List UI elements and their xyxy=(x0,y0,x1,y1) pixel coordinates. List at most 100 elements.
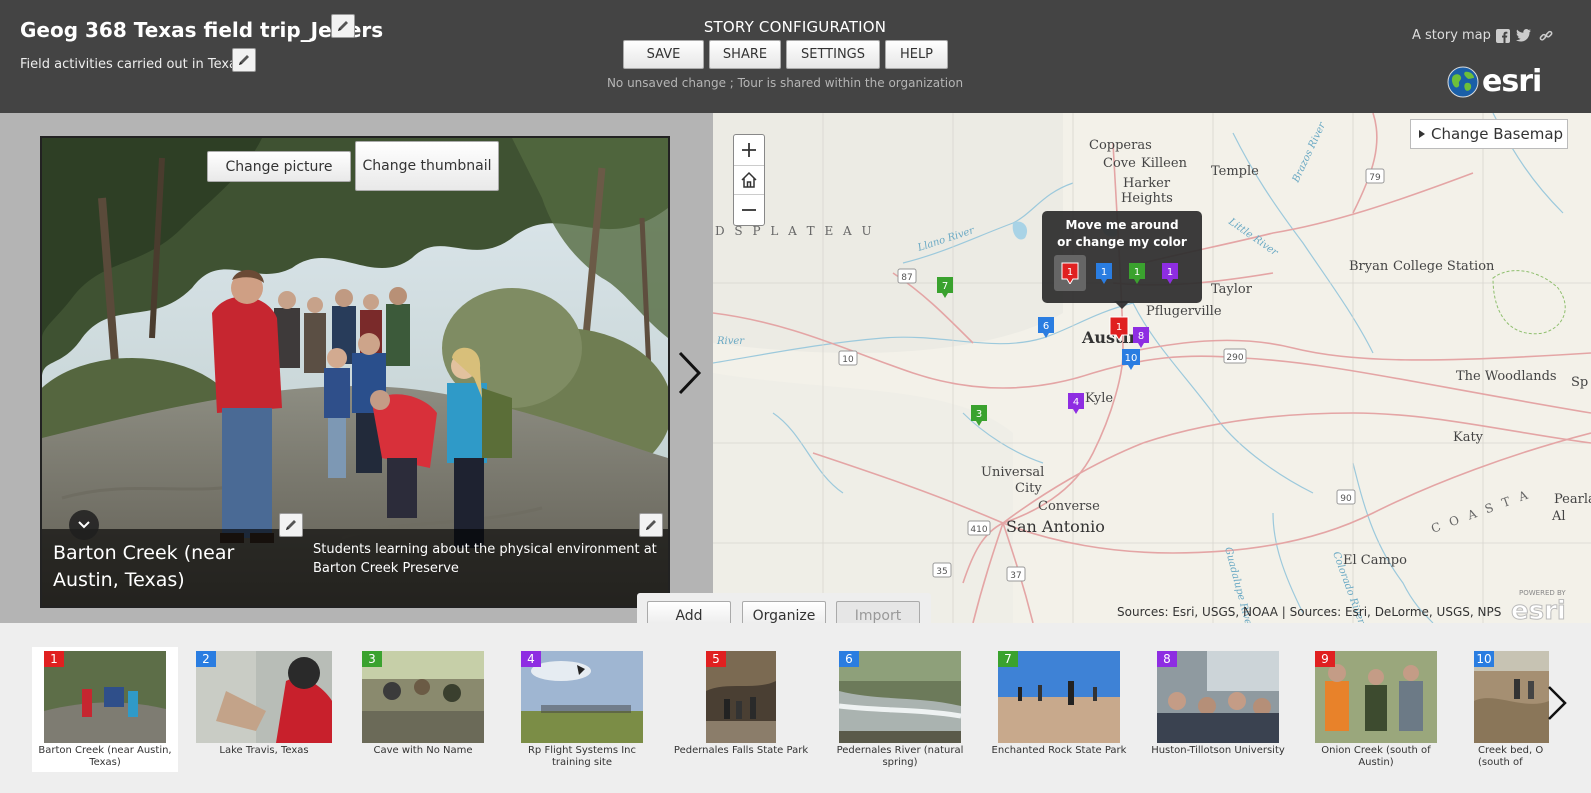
carousel-item-9[interactable]: 9 Onion Creek (south of Austin) xyxy=(1303,647,1449,771)
next-chevron-right-icon[interactable] xyxy=(674,350,704,396)
popup-text: Move me around or change my color xyxy=(1042,217,1202,251)
carousel-item-4[interactable]: 4 Rp Flight Systems Inc training site xyxy=(509,647,655,771)
map-label-bryan: Bryan xyxy=(1349,259,1389,274)
hwy-10-shield: 10 xyxy=(838,350,858,366)
story-configuration-title: STORY CONFIGURATION xyxy=(703,18,887,36)
map-label-temple: Temple xyxy=(1211,164,1259,179)
map-label-taylor: Taylor xyxy=(1211,282,1253,297)
change-basemap-button[interactable]: Change Basemap xyxy=(1410,119,1568,149)
popup-pointer xyxy=(1114,301,1130,309)
zoom-control xyxy=(733,134,765,226)
carousel-next-chevron-right-icon[interactable] xyxy=(1541,683,1571,723)
facebook-icon[interactable] xyxy=(1495,28,1510,43)
carousel-item-1[interactable]: 1 Barton Creek (near Austin, Texas) xyxy=(32,647,178,772)
popup-color-red-marker-icon[interactable]: 1 xyxy=(1054,255,1086,291)
settings-button[interactable]: SETTINGS xyxy=(786,40,880,69)
carousel-item-5[interactable]: 5 Pedernales Falls State Park xyxy=(668,647,814,771)
thumbnail-badge: 6 xyxy=(839,651,859,667)
map-label-heights: Heights xyxy=(1121,191,1173,206)
share-button[interactable]: SHARE xyxy=(709,40,781,69)
basemap: Copperas Cove Killeen Temple Harker Heig… xyxy=(713,113,1591,623)
map-label-sp: Sp xyxy=(1571,375,1588,390)
twitter-icon[interactable] xyxy=(1516,28,1531,43)
popup-color-green-marker-icon[interactable]: 1 xyxy=(1121,255,1153,291)
svg-text:10: 10 xyxy=(1125,353,1138,364)
svg-text:10: 10 xyxy=(842,355,854,365)
place-description: Students learning about the physical env… xyxy=(313,542,657,576)
save-button[interactable]: SAVE xyxy=(623,40,704,69)
svg-text:8: 8 xyxy=(1138,331,1144,342)
place-name: Barton Creek (near Austin, Texas) xyxy=(53,542,235,591)
svg-text:90: 90 xyxy=(1340,494,1352,504)
thumbnail-badge: 2 xyxy=(196,651,216,667)
link-icon[interactable] xyxy=(1538,28,1553,43)
zoom-home-icon[interactable] xyxy=(734,165,764,195)
svg-text:79: 79 xyxy=(1369,173,1381,183)
change-picture-button[interactable]: Change picture xyxy=(207,151,351,182)
config-toolbar: SAVE SHARE SETTINGS HELP xyxy=(623,40,948,69)
svg-text:7: 7 xyxy=(942,281,948,292)
map-region-plateau: D S P L A T E A U xyxy=(715,224,875,238)
svg-text:esri: esri xyxy=(1511,596,1566,623)
hwy-37-shield: 37 xyxy=(1006,566,1026,582)
map-label-college-station: College Station xyxy=(1393,259,1495,274)
map-attribution: Sources: Esri, USGS, NOAA | Sources: Esr… xyxy=(1117,605,1502,619)
map-label-pflugerville: Pflugerville xyxy=(1146,304,1222,319)
map-label-pearland: Pearlan xyxy=(1554,492,1591,507)
svg-text:1: 1 xyxy=(1067,267,1073,278)
map-label-city: City xyxy=(1015,481,1042,496)
svg-text:1: 1 xyxy=(1101,267,1107,278)
svg-text:87: 87 xyxy=(901,273,912,283)
change-thumbnail-button[interactable]: Change thumbnail xyxy=(355,141,499,191)
collapse-caption-chevron-down-icon[interactable] xyxy=(69,510,99,540)
esri-logo-text: esri xyxy=(1482,64,1542,99)
change-basemap-label: Change Basemap xyxy=(1431,125,1564,143)
subtitle-edit-pencil-icon[interactable] xyxy=(232,48,256,72)
zoom-out-minus-icon[interactable] xyxy=(734,195,764,225)
caption-panel: Barton Creek (near Austin, Texas) Studen… xyxy=(42,529,668,606)
svg-text:410: 410 xyxy=(970,525,987,535)
map-label-the-woodlands: The Woodlands xyxy=(1456,369,1557,384)
storymap-link[interactable]: A story map xyxy=(1412,28,1491,43)
hwy-79-shield: 79 xyxy=(1365,168,1385,184)
svg-text:1: 1 xyxy=(1116,322,1122,333)
help-button[interactable]: HELP xyxy=(885,40,948,69)
zoom-in-plus-icon[interactable] xyxy=(734,135,764,165)
popup-color-purple-marker-icon[interactable]: 1 xyxy=(1154,255,1186,291)
svg-text:4: 4 xyxy=(1073,397,1079,408)
map-label-kyle: Kyle xyxy=(1085,391,1113,406)
esri-logo[interactable]: esri xyxy=(1447,64,1542,99)
map-river-label: River xyxy=(716,336,745,347)
thumbnail-label: Rp Flight Systems Inc training site xyxy=(527,745,637,768)
popup-color-blue-marker-icon[interactable]: 1 xyxy=(1088,255,1120,291)
carousel-item-2[interactable]: 2 Lake Travis, Texas xyxy=(191,647,337,771)
svg-text:1: 1 xyxy=(1134,267,1140,278)
name-edit-pencil-icon[interactable] xyxy=(279,513,303,537)
carousel-item-6[interactable]: 6 Pedernales River (natural spring) xyxy=(827,647,973,771)
thumbnail-label: Pedernales River (natural spring) xyxy=(836,745,964,768)
svg-text:6: 6 xyxy=(1043,321,1049,332)
header: Geog 368 Texas field trip_Jeffers Field … xyxy=(0,0,1591,113)
map-label-universal: Universal xyxy=(981,465,1044,480)
carousel-item-3[interactable]: 3 Cave with No Name xyxy=(350,647,496,771)
thumbnail-label: Pedernales Falls State Park xyxy=(673,745,809,756)
carousel-item-8[interactable]: 8 Huston-Tillotson University xyxy=(1145,647,1291,771)
carousel-item-10[interactable]: 10 Creek bed, O (south of xyxy=(1462,647,1591,771)
map[interactable]: Copperas Cove Killeen Temple Harker Heig… xyxy=(713,113,1591,623)
hwy-290-shield: 290 xyxy=(1223,348,1247,364)
thumbnail-label: Barton Creek (near Austin, Texas) xyxy=(38,745,172,768)
map-label-copperas: Copperas xyxy=(1089,138,1152,153)
map-label-alvin: Al xyxy=(1551,509,1566,524)
thumbnail-label: Cave with No Name xyxy=(373,745,473,756)
hwy-410-shield: 410 xyxy=(967,520,991,536)
svg-text:35: 35 xyxy=(936,567,947,577)
hwy-87-shield: 87 xyxy=(897,268,917,284)
map-label-el-campo: El Campo xyxy=(1343,553,1407,568)
carousel-item-7[interactable]: 7 Enchanted Rock State Park xyxy=(986,647,1132,771)
thumbnail-carousel: 1 Barton Creek (near Austin, Texas) 2 La… xyxy=(0,623,1591,793)
popup-text-line-1: Move me around xyxy=(1065,218,1179,232)
thumbnail-badge: 9 xyxy=(1315,651,1335,667)
story-subtitle: Field activities carried out in Texas xyxy=(20,57,244,72)
description-edit-pencil-icon[interactable] xyxy=(639,513,663,537)
title-edit-pencil-icon[interactable] xyxy=(331,14,355,38)
